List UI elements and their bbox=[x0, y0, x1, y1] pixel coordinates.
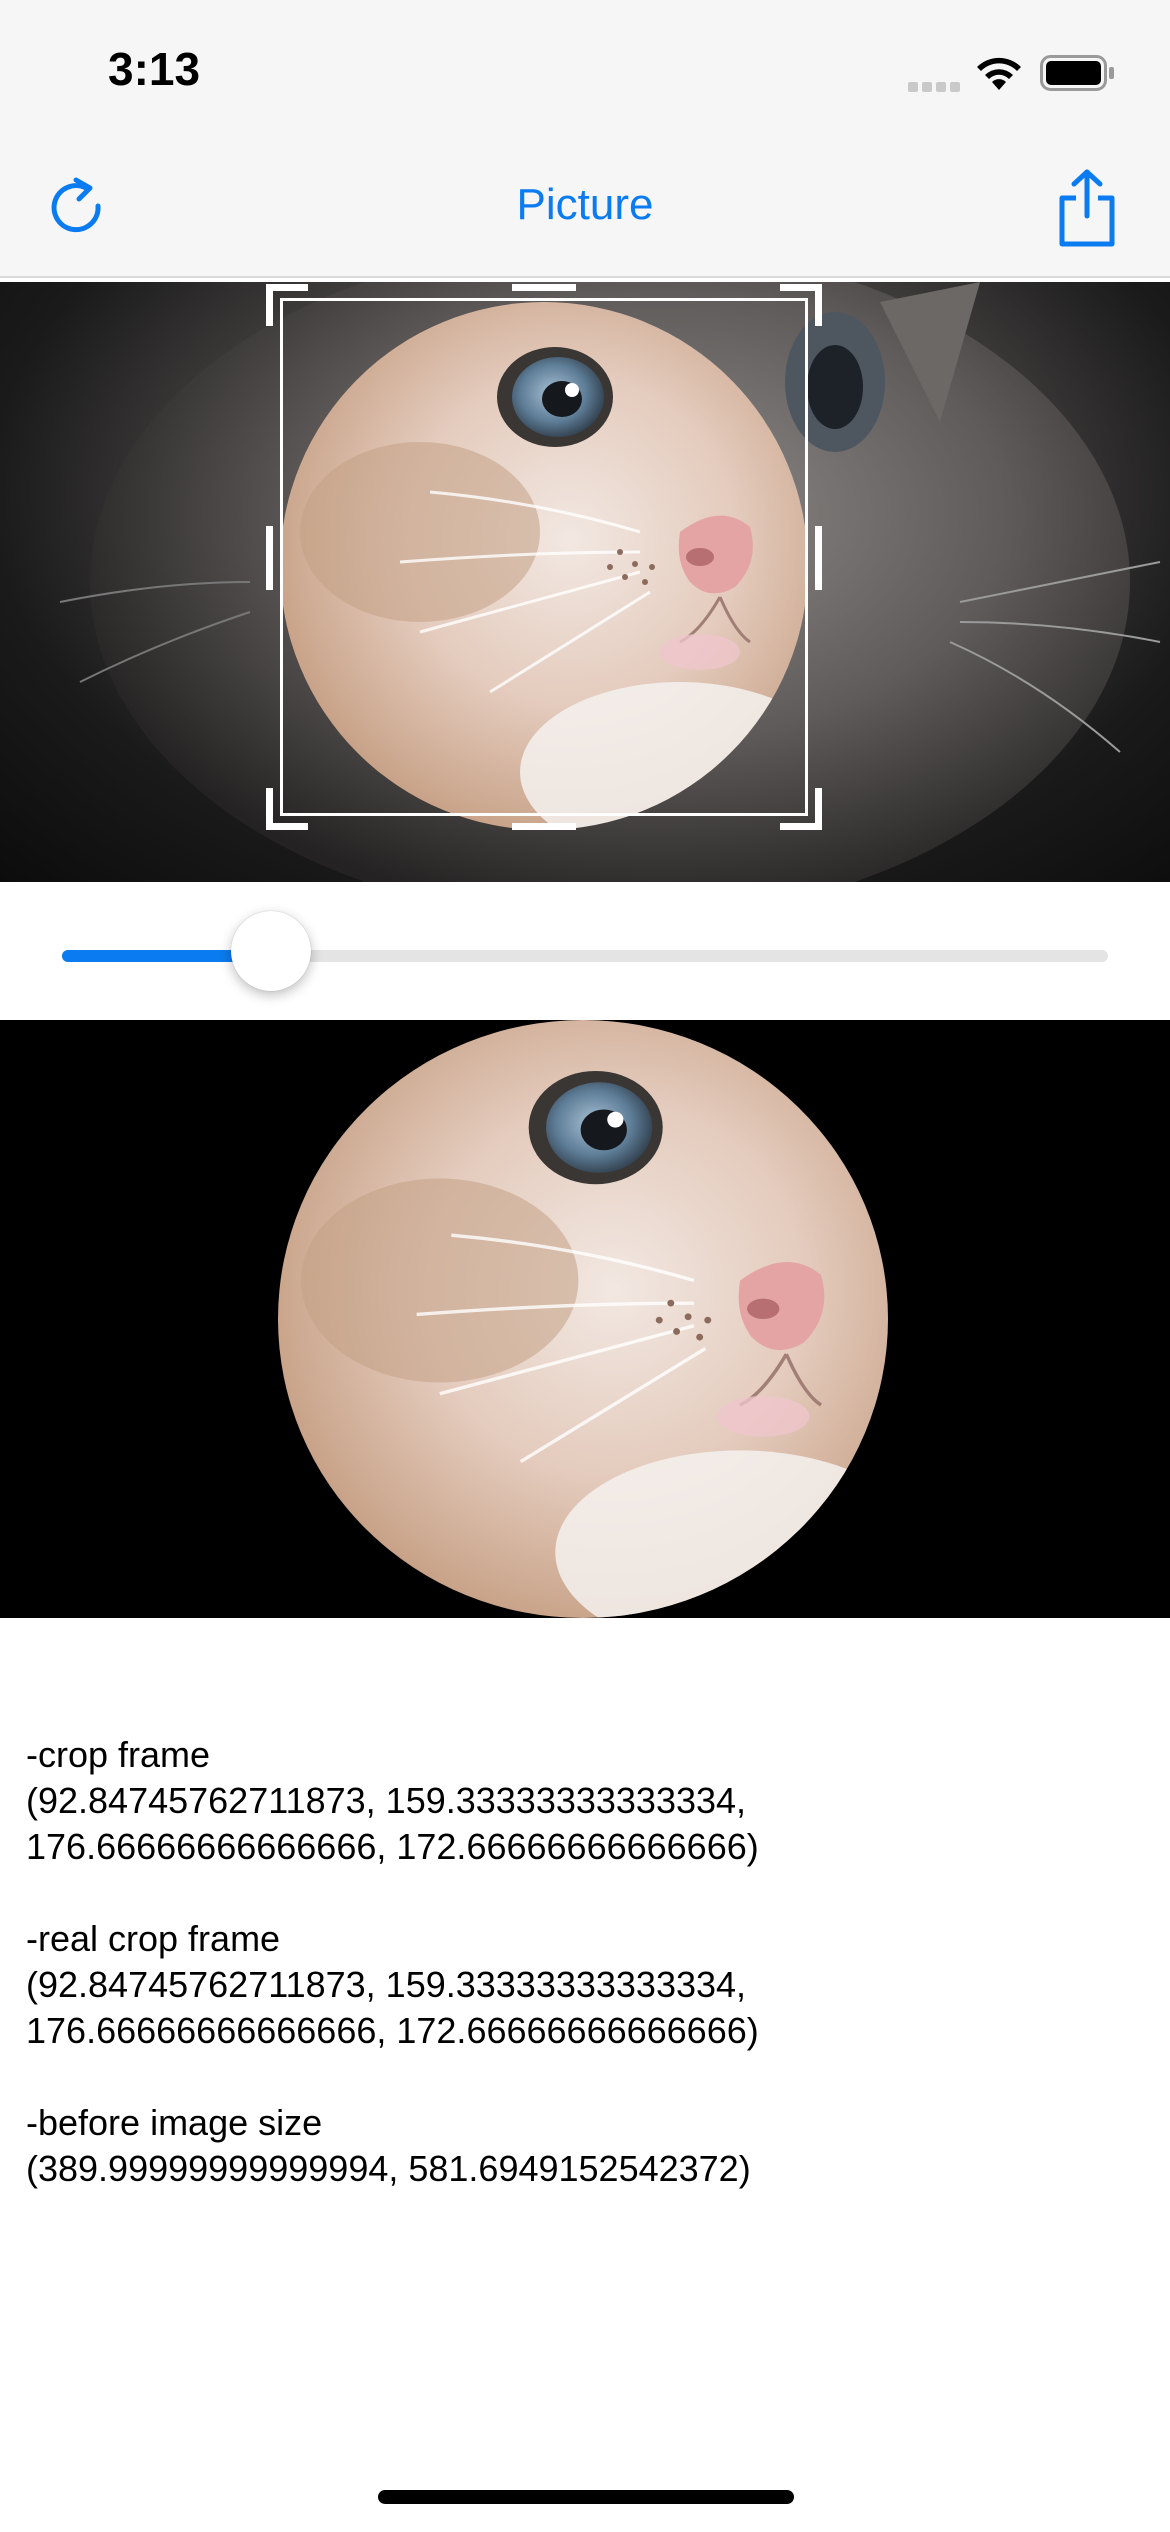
status-time: 3:13 bbox=[108, 43, 201, 95]
before-image-size-label: -before image size bbox=[26, 2102, 323, 2143]
battery-icon bbox=[1040, 55, 1114, 91]
status-bar: 3:13 bbox=[0, 0, 1170, 140]
real-crop-frame-label: -real crop frame bbox=[26, 1918, 281, 1959]
crop-frame-label: -crop frame bbox=[26, 1734, 211, 1775]
crop-handle-top-left-v[interactable] bbox=[266, 284, 273, 326]
zoom-slider-container bbox=[0, 882, 1170, 1020]
share-icon[interactable] bbox=[1056, 168, 1118, 248]
page-title: Picture bbox=[516, 180, 654, 229]
real-crop-frame-value-line2: 176.66666666666666, 172.66666666666666) bbox=[26, 2010, 759, 2051]
crop-handle-bottom-left-v[interactable] bbox=[266, 788, 273, 830]
wifi-icon bbox=[977, 57, 1021, 90]
before-image-size-value: (389.99999999999994, 581.6949152542372) bbox=[26, 2148, 751, 2189]
signal-icon bbox=[908, 82, 960, 92]
cropped-preview-image bbox=[278, 1020, 888, 1618]
crop-handle-top-right-v[interactable] bbox=[815, 284, 822, 326]
home-indicator bbox=[378, 2490, 794, 2504]
crop-frame-value-line1: (92.84745762711873, 159.33333333333334, bbox=[26, 1780, 747, 1821]
crop-editor[interactable] bbox=[0, 282, 1170, 882]
crop-handle-top[interactable] bbox=[512, 284, 576, 291]
crop-frame-value-line2: 176.66666666666666, 172.66666666666666) bbox=[26, 1826, 759, 1867]
crop-handle-right[interactable] bbox=[815, 526, 822, 590]
zoom-slider-track[interactable] bbox=[62, 950, 1108, 962]
crop-handle-left[interactable] bbox=[266, 526, 273, 590]
crop-handle-bottom-right-v[interactable] bbox=[815, 788, 822, 830]
zoom-slider-thumb[interactable] bbox=[231, 911, 311, 991]
cropped-preview bbox=[0, 1020, 1170, 1618]
crop-handle-bottom[interactable] bbox=[512, 823, 576, 830]
crop-info: -crop frame (92.84745762711873, 159.3333… bbox=[26, 1732, 1146, 2192]
crop-frame[interactable] bbox=[280, 298, 808, 816]
real-crop-frame-value-line1: (92.84745762711873, 159.33333333333334, bbox=[26, 1964, 747, 2005]
navigation-bar: Picture bbox=[0, 140, 1170, 278]
